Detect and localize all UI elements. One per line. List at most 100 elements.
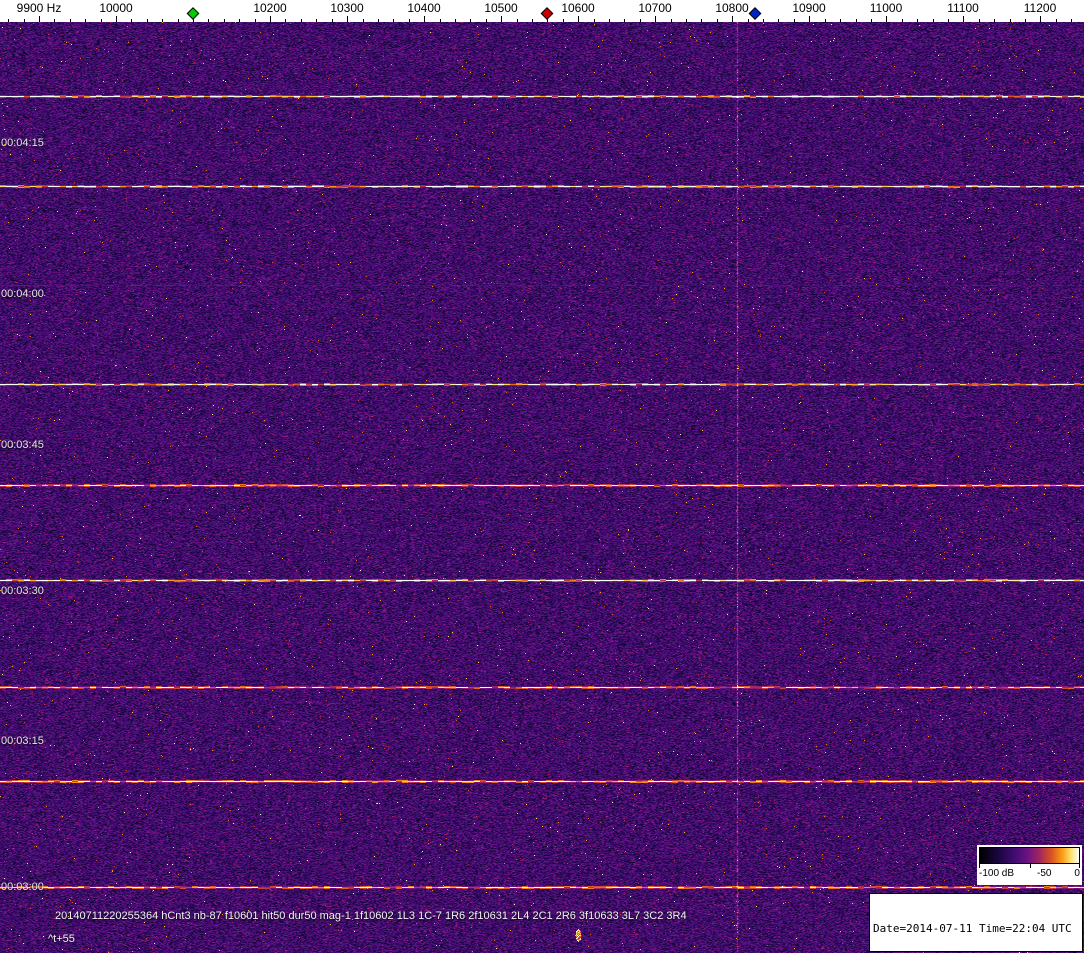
freq-tick-major bbox=[501, 16, 502, 22]
freq-tick-label: 10500 bbox=[484, 1, 518, 15]
freq-tick-label: 10800 bbox=[715, 1, 749, 15]
freq-tick-major bbox=[963, 16, 964, 22]
freq-tick-minor bbox=[979, 19, 980, 22]
freq-tick-major bbox=[655, 16, 656, 22]
hit-detection-annotation: 20140711220255364 hCnt3 nb-87 f10601 hit… bbox=[55, 910, 687, 922]
time-tick-label: 00:03:00 bbox=[1, 881, 44, 893]
colorbar-label-max: 0 bbox=[1074, 868, 1080, 879]
freq-tick-minor bbox=[1056, 19, 1057, 22]
freq-marker-red-diamond-icon bbox=[540, 7, 554, 20]
freq-tick-minor bbox=[301, 19, 302, 22]
freq-tick-label: 9900 Hz bbox=[16, 1, 62, 15]
spectrogram-canvas bbox=[0, 22, 1084, 953]
observation-info-box: Date=2014-07-11 Time=22:04 UTC Freq=143 … bbox=[869, 893, 1083, 952]
freq-tick-major bbox=[424, 16, 425, 22]
colorbar-label-mid: -50 bbox=[1037, 868, 1052, 879]
freq-tick-major bbox=[809, 16, 810, 22]
freq-tick-minor bbox=[239, 19, 240, 22]
freq-tick-label: 11100 bbox=[947, 1, 979, 15]
freq-tick-minor bbox=[131, 19, 132, 22]
freq-tick-major bbox=[886, 16, 887, 22]
colorbar: -100 dB -50 0 bbox=[977, 845, 1082, 885]
freq-tick-minor bbox=[917, 19, 918, 22]
freq-tick-label: 10600 bbox=[561, 1, 595, 15]
freq-tick-label: 10200 bbox=[253, 1, 287, 15]
colorbar-label-min: -100 dB bbox=[979, 868, 1015, 879]
freq-tick-minor bbox=[871, 19, 872, 22]
time-tick-label: 00:03:15 bbox=[1, 735, 44, 747]
time-tick-label: 00:04:15 bbox=[1, 137, 44, 149]
time-tick-label: 00:04:00 bbox=[1, 288, 44, 300]
freq-tick-label: 11000 bbox=[869, 1, 903, 15]
freq-tick-minor bbox=[85, 19, 86, 22]
freq-tick-minor bbox=[332, 19, 333, 22]
freq-tick-minor bbox=[840, 19, 841, 22]
freq-tick-major bbox=[116, 16, 117, 22]
freq-tick-major bbox=[732, 16, 733, 22]
freq-tick-minor bbox=[208, 19, 209, 22]
freq-tick-minor bbox=[70, 19, 71, 22]
freq-tick-minor bbox=[1071, 19, 1072, 22]
freq-tick-minor bbox=[409, 19, 410, 22]
info-date-time: Date=2014-07-11 Time=22:04 UTC bbox=[873, 922, 1072, 935]
freq-tick-minor bbox=[856, 19, 857, 22]
freq-tick-minor bbox=[825, 19, 826, 22]
freq-tick-minor bbox=[224, 19, 225, 22]
spectrogram-app-window: 9900 Hz 10000 10200 10300 10400 10500 10600 107… bbox=[0, 0, 1084, 953]
freq-tick-minor bbox=[455, 19, 456, 22]
freq-tick-minor bbox=[54, 19, 55, 22]
freq-tick-minor bbox=[517, 19, 518, 22]
freq-tick-label: 10000 bbox=[99, 1, 133, 15]
freq-tick-minor bbox=[563, 19, 564, 22]
colorbar-gradient bbox=[979, 847, 1080, 864]
freq-tick-minor bbox=[948, 19, 949, 22]
freq-tick-major bbox=[347, 16, 348, 22]
time-tick-label: 00:03:30 bbox=[1, 585, 44, 597]
freq-tick-minor bbox=[470, 19, 471, 22]
freq-tick-minor bbox=[686, 19, 687, 22]
freq-tick-minor bbox=[1010, 19, 1011, 22]
freq-tick-minor bbox=[778, 19, 779, 22]
freq-tick-major bbox=[1040, 16, 1041, 22]
freq-tick-label: 10400 bbox=[407, 1, 441, 15]
freq-tick-minor bbox=[994, 19, 995, 22]
time-offset-annotation: ^t+55 bbox=[48, 933, 75, 945]
freq-tick-minor bbox=[162, 19, 163, 22]
waterfall-display: 00:04:15 00:04:00 00:03:45 00:03:30 00:03:15… bbox=[0, 22, 1084, 953]
freq-marker-blue-diamond-icon bbox=[748, 7, 762, 20]
freq-tick-major bbox=[39, 16, 40, 22]
freq-tick-minor bbox=[902, 19, 903, 22]
freq-tick-minor bbox=[101, 19, 102, 22]
freq-tick-label: 11200 bbox=[1023, 1, 1057, 15]
freq-tick-minor bbox=[8, 19, 9, 22]
freq-tick-minor bbox=[378, 19, 379, 22]
freq-tick-minor bbox=[609, 19, 610, 22]
freq-tick-minor bbox=[933, 19, 934, 22]
freq-tick-minor bbox=[147, 19, 148, 22]
time-tick-label: 00:03:45 bbox=[1, 439, 44, 451]
freq-tick-minor bbox=[255, 19, 256, 22]
frequency-ruler: 9900 Hz 10000 10200 10300 10400 10500 10600 107… bbox=[0, 0, 1084, 22]
freq-tick-minor bbox=[440, 19, 441, 22]
freq-tick-major bbox=[578, 16, 579, 22]
freq-tick-minor bbox=[717, 19, 718, 22]
freq-tick-minor bbox=[178, 19, 179, 22]
freq-tick-label: 10700 bbox=[638, 1, 672, 15]
freq-tick-label: 10300 bbox=[330, 1, 364, 15]
freq-tick-minor bbox=[748, 19, 749, 22]
freq-tick-minor bbox=[285, 19, 286, 22]
freq-tick-minor bbox=[393, 19, 394, 22]
freq-tick-minor bbox=[486, 19, 487, 22]
freq-tick-minor bbox=[794, 19, 795, 22]
freq-tick-minor bbox=[363, 19, 364, 22]
colorbar-labels: -100 dB -50 0 bbox=[979, 868, 1080, 881]
freq-tick-minor bbox=[701, 19, 702, 22]
freq-tick-minor bbox=[671, 19, 672, 22]
freq-tick-minor bbox=[1025, 19, 1026, 22]
freq-tick-minor bbox=[763, 19, 764, 22]
freq-tick-major bbox=[270, 16, 271, 22]
freq-tick-minor bbox=[624, 19, 625, 22]
freq-tick-minor bbox=[594, 19, 595, 22]
freq-tick-minor bbox=[532, 19, 533, 22]
freq-tick-label: 10900 bbox=[792, 1, 826, 15]
